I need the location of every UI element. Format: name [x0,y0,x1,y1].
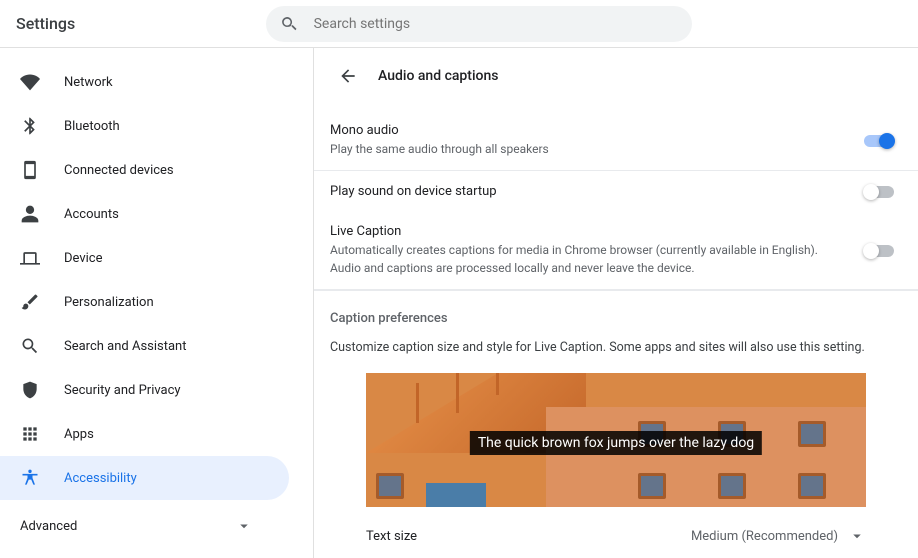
sidebar-item-label: Security and Privacy [64,383,181,398]
main-panel: Audio and captions Mono audio Play the s… [314,48,918,558]
search-assistant-icon [20,336,40,356]
sidebar: Network Bluetooth Connected devices Acco… [0,48,314,558]
sidebar-item-personalization[interactable]: Personalization [0,280,289,324]
sidebar-item-label: Network [64,75,113,90]
startup-toggle[interactable] [864,185,894,199]
devices-icon [20,160,40,180]
laptop-icon [20,248,40,268]
sidebar-item-accounts[interactable]: Accounts [0,192,289,236]
mono-toggle[interactable] [864,134,894,148]
sidebar-item-accessibility[interactable]: Accessibility [0,456,289,500]
text-size-label: Text size [366,529,417,544]
livecap-label: Live Caption [330,224,844,239]
search-icon [280,15,298,33]
text-size-value: Medium (Recommended) [691,529,838,544]
sidebar-item-label: Accessibility [64,471,137,486]
sidebar-about[interactable]: About ChromeOS [0,548,313,558]
caption-preview-image: The quick brown fox jumps over the lazy … [366,373,866,507]
sidebar-item-label: Search and Assistant [64,339,187,354]
row-live-caption: Live Caption Automatically creates capti… [314,211,918,290]
sidebar-item-search-assistant[interactable]: Search and Assistant [0,324,289,368]
wifi-icon [20,72,40,92]
sidebar-item-device[interactable]: Device [0,236,289,280]
sidebar-item-label: Personalization [64,295,154,310]
sidebar-advanced[interactable]: Advanced [0,504,313,548]
shield-icon [20,380,40,400]
caption-prefs-desc: Customize caption size and style for Liv… [330,340,902,355]
livecap-desc: Automatically creates captions for media… [330,241,844,277]
accessibility-icon [20,468,40,488]
livecap-toggle[interactable] [864,244,894,258]
app-title: Settings [16,14,75,33]
mono-desc: Play the same audio through all speakers [330,140,844,158]
text-size-dropdown[interactable]: Medium (Recommended) [691,527,866,545]
bluetooth-icon [20,116,40,136]
row-mono-audio: Mono audio Play the same audio through a… [314,110,918,171]
sidebar-item-bluetooth[interactable]: Bluetooth [0,104,289,148]
search-input[interactable] [314,16,678,32]
sidebar-item-apps[interactable]: Apps [0,412,289,456]
brush-icon [20,292,40,312]
sidebar-item-label: Apps [64,427,94,442]
caption-prefs-heading: Caption preferences [330,311,902,326]
dropdown-arrow-icon [848,527,866,545]
sidebar-item-connected-devices[interactable]: Connected devices [0,148,289,192]
sidebar-item-label: Bluetooth [64,119,120,134]
search-box[interactable] [266,6,692,42]
row-text-size: Text size Medium (Recommended) [330,507,902,545]
app-header: Settings [0,0,918,48]
person-icon [20,204,40,224]
back-icon[interactable] [338,66,358,86]
row-startup-sound: Play sound on device startup [314,171,918,211]
page-title: Audio and captions [378,68,498,84]
apps-icon [20,424,40,444]
sidebar-item-label: Device [64,251,103,266]
sidebar-item-label: Connected devices [64,163,174,178]
sidebar-advanced-label: Advanced [20,519,77,534]
mono-label: Mono audio [330,123,844,138]
sidebar-item-security-privacy[interactable]: Security and Privacy [0,368,289,412]
chevron-down-icon [235,517,253,535]
sidebar-item-label: Accounts [64,207,119,222]
caption-preview-text: The quick brown fox jumps over the lazy … [470,431,762,455]
sidebar-item-network[interactable]: Network [0,60,289,104]
startup-label: Play sound on device startup [330,184,844,199]
